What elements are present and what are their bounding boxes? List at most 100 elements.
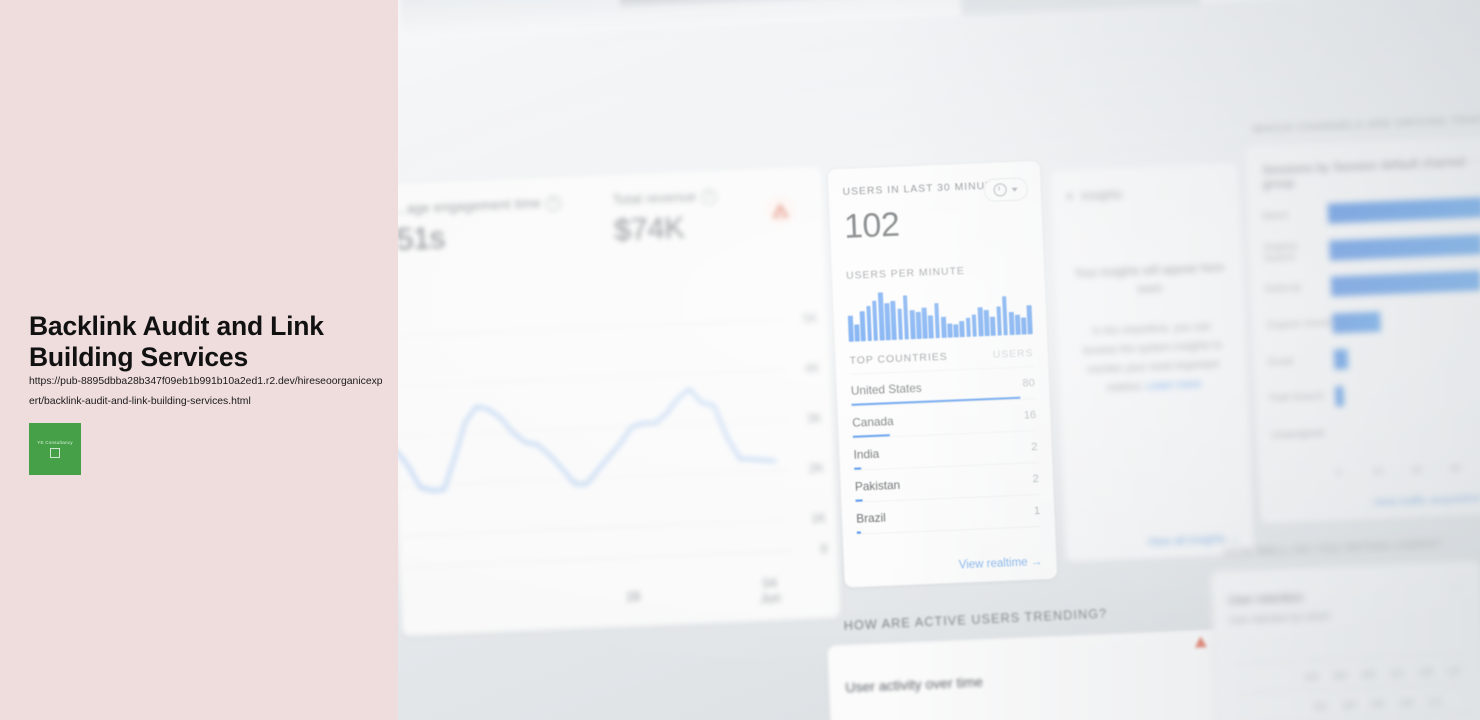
spark-bar [877,292,885,341]
channel-bar-fill [1335,386,1344,407]
country-bar [855,499,863,502]
insights-card: ✦ Insights Your insights will appear her… [1048,161,1256,563]
kpi-revenue-value: $74K [613,209,686,248]
x-tick: 04 Jun [760,576,781,607]
kpi-total-revenue: Total revenue? $74K [612,188,718,248]
spark-bar [1001,296,1009,336]
insights-text: In the meantime, you can browse the syst… [1074,317,1231,399]
channel-bar-fill [1336,422,1338,443]
country-users: 2 [1032,472,1040,485]
spark-bar [884,303,891,341]
y-tick: 4K [804,361,821,376]
channel-bar-track [1335,377,1480,410]
channel-card-menu-button[interactable]: ⋯ [1468,154,1480,169]
channel-bar-fill [1327,197,1480,224]
channel-bar-row: Paid Search [1269,377,1480,412]
kpi-engagement-time: ...age engagement time? 51s [395,195,563,258]
users-per-minute-bar-chart [847,286,1033,342]
retention-supertitle: HOW WELL DO YOU RETAIN USERS? [1223,538,1443,560]
spark-bar [921,307,928,339]
channel-bar-label: Paid Search [1269,391,1325,405]
clock-icon [993,183,1007,197]
revenue-line-svg [393,387,778,493]
country-row[interactable]: Brazil 1 [855,494,1041,535]
brand-logo: YE Consultancy [29,423,81,475]
revenue-y-axis: 5K 4K 3K 2K 1K 0 [782,262,829,575]
channel-bar-row: Referral [1265,267,1480,302]
channel-bar-plot: Direct Organic Search Referral Organic Soci… [1261,194,1480,459]
spark-bar [940,316,947,338]
country-name: United States [850,380,922,398]
trending-supertitle: HOW ARE ACTIVE USERS TRENDING? [843,606,1108,633]
y-tick: 2K [808,460,825,476]
insights-learn-more-link[interactable]: Learn more [1147,378,1202,392]
revenue-chart-card: ...age engagement time? 51s Total revenu… [382,164,842,637]
channel-bar-x-tick: 20 [1372,466,1384,479]
spark-bar [902,295,910,340]
view-all-insights-link[interactable]: View all insights → [1147,533,1240,549]
spark-bar [847,315,854,342]
channel-bar-row: Organic Search [1263,231,1480,266]
channel-bar-track [1332,304,1480,337]
channel-bar-chart-card: WHICH CHANNELS ARE DRIVING TRAFFIC? Sess… [1243,113,1480,525]
warning-triangle-icon[interactable] [1194,636,1207,648]
channel-bar-label: Organic Social [1266,317,1332,332]
spark-bar [928,314,934,339]
x-tick-day: 04 [762,576,778,591]
retention-grid: 4.2 3.0 2.5 2.1 1.8 1.2 3.1 2.4 2.0 1.6 1.1 [1234,635,1472,720]
channel-bar-label: Email [1267,356,1294,369]
channel-bar-label: Direct [1261,209,1289,222]
channel-bar-label: Organic Search [1263,240,1299,264]
spark-bar [983,310,990,337]
spark-bar [854,324,860,342]
x-tick: 28 [626,589,641,605]
spark-bar [971,314,978,337]
channel-bar-fill [1329,233,1480,261]
users-column-label: USERS [992,348,1034,361]
retention-menu-button[interactable]: ⋯ [1450,581,1464,595]
spark-bar [996,306,1002,336]
channel-bar-label: Unassigned [1270,427,1325,442]
revenue-warning-button[interactable] [764,194,796,227]
users-per-minute-label: USERS PER MINUTE [845,265,966,282]
brand-logo-mark [50,448,60,458]
page-url: https://pub-8895dbba28b347f09eb1b991b10a… [29,376,383,407]
user-activity-card: User activity over time [826,627,1255,720]
spark-bar [977,307,984,337]
spark-bar [865,306,873,342]
insights-header: ✦ Insights [1064,175,1227,212]
channel-bar-track [1330,267,1480,300]
channel-bar-row: Organic Social [1266,304,1480,339]
y-tick: 0 [820,541,828,557]
spark-bar [933,303,941,339]
channel-bar-track [1336,413,1480,446]
spark-bar [915,312,922,339]
chevron-down-icon [1011,187,1018,192]
country-users: 80 [1022,376,1036,390]
help-icon[interactable]: ? [545,195,562,212]
spark-bar [909,310,916,340]
y-tick: 5K [802,311,819,326]
help-icon[interactable]: ? [701,189,717,205]
view-realtime-link[interactable]: View realtime → [959,556,1043,571]
retention-title: User retention [1227,590,1304,608]
insights-body: Your insights will appear here soon In t… [1072,259,1231,399]
spark-bar [965,317,972,337]
channel-bar-row: Direct [1261,194,1480,229]
insights-lead: Your insights will appear here soon [1074,262,1225,296]
kpi-row: ...age engagement time? 51s Total revenu… [395,182,812,269]
kpi-revenue-label: Total revenue [612,189,697,208]
sparkle-icon: ✦ [1064,190,1075,204]
spark-bar [1008,311,1015,336]
spark-bar [890,300,897,341]
channel-bar-x-axis: 020406080 [1336,462,1480,483]
page-title: Backlink Audit and Link Building Service… [29,310,324,372]
spark-bar [947,323,953,338]
channel-card-footer-link[interactable]: View traffic acquisition → [1373,492,1480,509]
time-range-selector[interactable] [983,177,1029,203]
country-name: Brazil [855,509,887,526]
realtime-users-card: USERS IN LAST 30 MINUTES 102 USERS PER M… [826,159,1059,589]
spark-bar [871,300,879,341]
insights-title: Insights [1080,187,1123,203]
top-countries-label: TOP COUNTRIES [849,351,948,367]
